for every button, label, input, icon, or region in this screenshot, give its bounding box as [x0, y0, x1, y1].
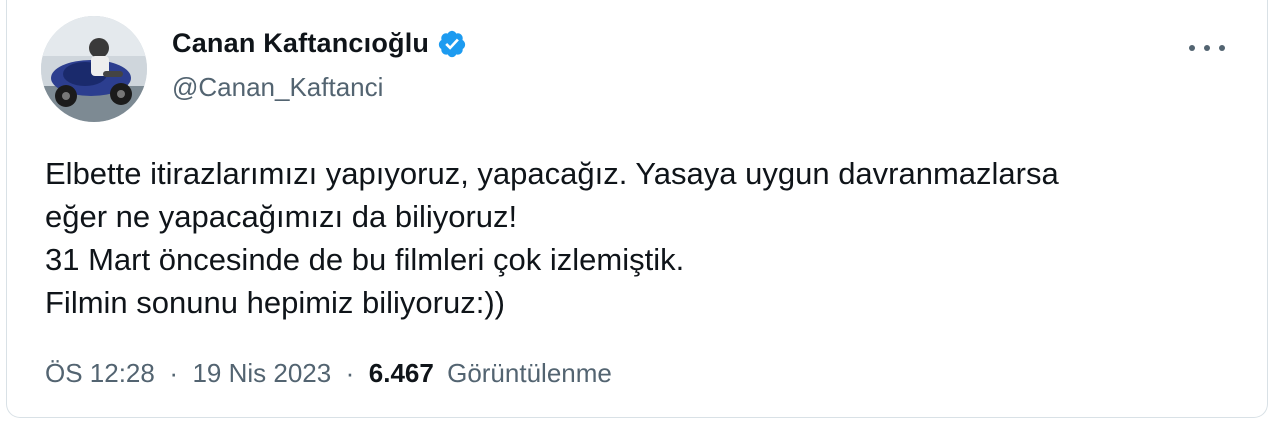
tweet-date[interactable]: 19 Nis 2023 — [192, 358, 331, 388]
avatar[interactable] — [41, 16, 147, 122]
tweet-text-line: Filmin sonunu hepimiz biliyoruz:)) — [45, 285, 505, 320]
more-dots-icon — [1219, 45, 1225, 51]
tweet-meta: ÖS 12:28 · 19 Nis 2023 · 6.467 Görüntüle… — [45, 358, 612, 389]
verified-badge-icon — [439, 30, 466, 57]
author-handle[interactable]: @Canan_Kaftanci — [172, 72, 383, 103]
more-dots-icon — [1204, 45, 1210, 51]
avatar-image — [41, 16, 147, 122]
views-label: Görüntülenme — [447, 358, 612, 388]
tweet-text-line: eğer ne yapacağımızı da biliyoruz! — [45, 199, 518, 234]
tweet-text: Elbette itirazlarımızı yapıyoruz, yapaca… — [45, 152, 1245, 324]
tweet-card[interactable]: Canan Kaftancıoğlu @Canan_Kaftanci Elbet… — [6, 0, 1268, 418]
more-options-button[interactable] — [1189, 38, 1225, 58]
tweet-text-line: 31 Mart öncesinde de bu filmleri çok izl… — [45, 242, 685, 277]
tweet-time[interactable]: ÖS 12:28 — [45, 358, 155, 388]
author-name-row: Canan Kaftancıoğlu — [172, 28, 467, 59]
meta-separator: · — [338, 358, 362, 388]
meta-separator: · — [162, 358, 186, 388]
more-dots-icon — [1189, 45, 1195, 51]
tweet-text-line: Elbette itirazlarımızı yapıyoruz, yapaca… — [45, 156, 1059, 191]
views-count: 6.467 — [368, 358, 434, 388]
author-display-name[interactable]: Canan Kaftancıoğlu — [172, 28, 429, 59]
